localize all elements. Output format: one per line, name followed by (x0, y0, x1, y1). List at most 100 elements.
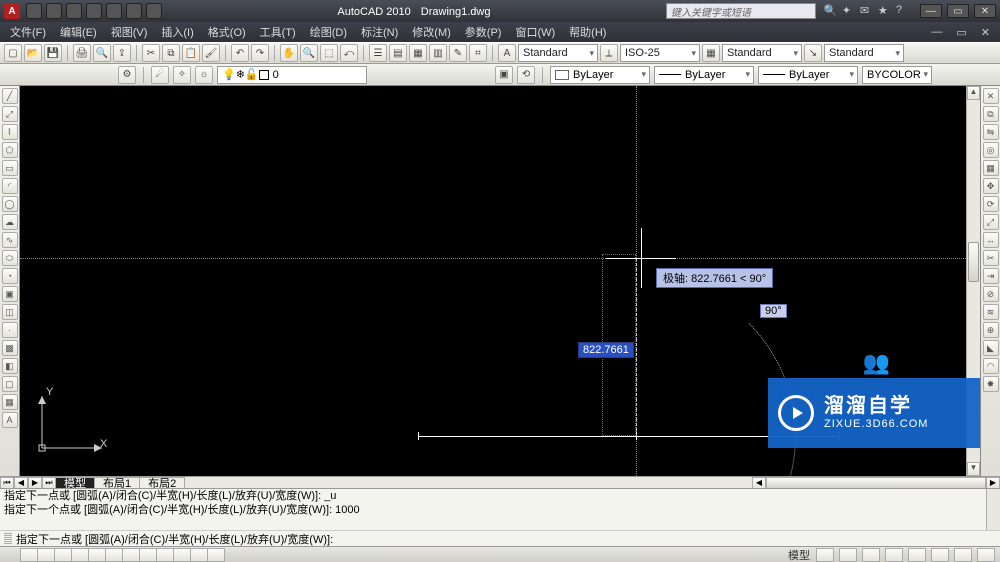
markup-button[interactable]: ✎ (449, 44, 467, 62)
tab-last-icon[interactable]: ⏭ (42, 477, 56, 489)
ortho-toggle[interactable] (54, 548, 72, 562)
status-space-label[interactable]: 模型 (788, 547, 810, 562)
print-button[interactable]: 🖨 (73, 44, 91, 62)
fillet-tool[interactable]: ◠ (983, 358, 999, 374)
make-block-tool[interactable]: ◫ (2, 304, 18, 320)
menu-view[interactable]: 视图(V) (111, 24, 148, 40)
rectangle-tool[interactable]: ▭ (2, 160, 18, 176)
insert-block-tool[interactable]: ▣ (2, 286, 18, 302)
help-icon[interactable]: ? (896, 4, 910, 18)
join-tool[interactable]: ⊕ (983, 322, 999, 338)
tab-layout2[interactable]: 布局2 (139, 477, 185, 489)
dim-style-combo[interactable]: ISO-25 (620, 44, 700, 62)
region-tool[interactable]: ▢ (2, 376, 18, 392)
matchprop-button[interactable]: 🖌 (202, 44, 220, 62)
status-hw-icon[interactable] (931, 548, 949, 562)
mleaderstyle-icon[interactable]: ↘ (804, 44, 822, 62)
layer-iso-button[interactable]: ▣ (495, 66, 513, 84)
qat-redo-icon[interactable] (106, 3, 122, 19)
ellipse-tool[interactable]: ⬭ (2, 250, 18, 266)
search-go-icon[interactable]: 🔍 (824, 4, 838, 18)
preview-button[interactable]: 🔍 (93, 44, 111, 62)
table-tool[interactable]: ▦ (2, 394, 18, 410)
layer-prev-button[interactable]: ⟲ (517, 66, 535, 84)
paste-button[interactable]: 📋 (182, 44, 200, 62)
command-input-row[interactable]: 指定下一点或 [圆弧(A)/闭合(C)/半宽(H)/长度(L)/放弃(U)/宽度… (0, 530, 1000, 546)
hatch-tool[interactable]: ▩ (2, 340, 18, 356)
undo-button[interactable]: ↶ (231, 44, 249, 62)
linetype-combo[interactable]: ByLayer (654, 66, 754, 84)
hscroll-thumb[interactable] (766, 477, 986, 489)
stretch-tool[interactable]: ↔ (983, 232, 999, 248)
publish-button[interactable]: ⇪ (113, 44, 131, 62)
menu-draw[interactable]: 绘图(D) (310, 24, 347, 40)
qat-undo-icon[interactable] (86, 3, 102, 19)
layer-filter-button[interactable]: ☼ (195, 66, 213, 84)
save-button[interactable]: 💾 (44, 44, 62, 62)
rotate-tool[interactable]: ⟳ (983, 196, 999, 212)
vscroll-up-icon[interactable]: ▲ (967, 86, 980, 100)
mirror-tool[interactable]: ⇋ (983, 124, 999, 140)
menu-help[interactable]: 帮助(H) (569, 24, 606, 40)
favorites-icon[interactable]: ★ (878, 4, 892, 18)
open-button[interactable]: 📂 (24, 44, 42, 62)
qat-more-icon[interactable] (146, 3, 162, 19)
dyn-toggle[interactable] (156, 548, 174, 562)
maximize-button[interactable]: ▭ (947, 4, 969, 18)
command-window[interactable]: 指定下一点或 [圆弧(A)/闭合(C)/半宽(H)/长度(L)/放弃(U)/宽度… (0, 488, 1000, 530)
toolpalettes-button[interactable]: ▦ (409, 44, 427, 62)
new-button[interactable]: ▢ (4, 44, 22, 62)
line-tool[interactable]: ╱ (2, 88, 18, 104)
otrack-toggle[interactable] (122, 548, 140, 562)
menu-format[interactable]: 格式(O) (208, 24, 246, 40)
minimize-button[interactable]: — (920, 4, 942, 18)
app-logo-icon[interactable]: A (4, 3, 20, 19)
cmd-scrollbar[interactable] (986, 489, 1000, 530)
workspace-gear-icon[interactable]: ⚙ (118, 66, 136, 84)
sheetset-button[interactable]: ▥ (429, 44, 447, 62)
erase-tool[interactable]: ✕ (983, 88, 999, 104)
pline-tool[interactable]: ⌇ (2, 124, 18, 140)
dc-button[interactable]: ▤ (389, 44, 407, 62)
point-tool[interactable]: · (2, 322, 18, 338)
status-lock-icon[interactable] (908, 548, 926, 562)
textstyle-icon[interactable]: A (498, 44, 516, 62)
zoom-win-button[interactable]: ⬚ (320, 44, 338, 62)
circle-tool[interactable]: ◯ (2, 196, 18, 212)
hscroll-right-icon[interactable]: ▶ (986, 477, 1000, 489)
hscroll-left-icon[interactable]: ◀ (752, 477, 766, 489)
table-style-combo[interactable]: Standard (722, 44, 802, 62)
menu-insert[interactable]: 插入(I) (161, 24, 193, 40)
arc-tool[interactable]: ◜ (2, 178, 18, 194)
explode-tool[interactable]: ✸ (983, 376, 999, 392)
tab-prev-icon[interactable]: ◀ (14, 477, 28, 489)
qat-open-icon[interactable] (46, 3, 62, 19)
osnap-toggle[interactable] (88, 548, 106, 562)
grid-toggle[interactable] (37, 548, 55, 562)
array-tool[interactable]: ▦ (983, 160, 999, 176)
ellipse-arc-tool[interactable]: ◔ (2, 268, 18, 284)
mtext-tool[interactable]: A (2, 412, 18, 428)
qcalc-button[interactable]: ⌗ (469, 44, 487, 62)
dynamic-length-input[interactable]: 822.7661 (578, 342, 634, 358)
doc-minimize-button[interactable]: — (931, 26, 942, 38)
tab-model[interactable]: 模型 (55, 477, 95, 489)
gradient-tool[interactable]: ◧ (2, 358, 18, 374)
3dosnap-toggle[interactable] (105, 548, 123, 562)
qat-new-icon[interactable] (26, 3, 42, 19)
layer-states-button[interactable]: ✧ (173, 66, 191, 84)
scale-tool[interactable]: ⤢ (983, 214, 999, 230)
menu-tools[interactable]: 工具(T) (260, 24, 296, 40)
qp-toggle[interactable] (190, 548, 208, 562)
copy-tool[interactable]: ⧉ (983, 106, 999, 122)
status-annoscale-icon[interactable] (862, 548, 880, 562)
status-clean-icon[interactable] (977, 548, 995, 562)
status-qv-icon[interactable] (839, 548, 857, 562)
menu-dim[interactable]: 标注(N) (361, 24, 398, 40)
cmd-grip-icon[interactable] (4, 533, 12, 545)
tab-layout1[interactable]: 布局1 (94, 477, 140, 489)
qat-print-icon[interactable] (126, 3, 142, 19)
extend-tool[interactable]: ⇥ (983, 268, 999, 284)
copy-button[interactable]: ⧉ (162, 44, 180, 62)
layer-combo[interactable]: 💡 ❄ 🔓 0 (217, 66, 367, 84)
